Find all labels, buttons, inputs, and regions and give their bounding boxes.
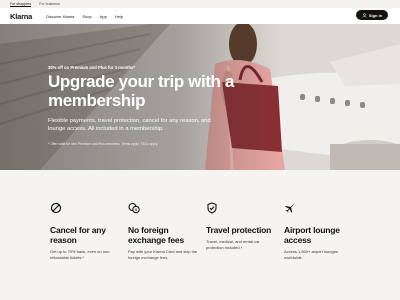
site-header: Klarna Discover Klarna Shop App Help Sig… xyxy=(0,8,400,24)
feature-travel-protection: Travel protection Travel, medical, and r… xyxy=(206,202,278,250)
feature-cancel: Cancel for any reason Get up to 70% back… xyxy=(50,202,122,260)
feature-lounge-access: Airport lounge access Access 1,800+ airp… xyxy=(284,202,356,260)
membership-features: Cancel for any reason Get up to 70% back… xyxy=(0,170,400,300)
currency-icon: $ xyxy=(128,202,140,214)
sign-in-label: Sign in xyxy=(368,12,383,18)
user-icon xyxy=(362,12,367,18)
audience-business-link[interactable]: For business xyxy=(39,2,60,6)
klarna-logo[interactable]: Klarna xyxy=(10,12,32,21)
hero-banner: 30% off on Premium and Plus for 3 months… xyxy=(0,24,400,170)
nav-discover-klarna[interactable]: Discover Klarna xyxy=(46,14,74,19)
audience-shoppers-link[interactable]: For shoppers xyxy=(10,2,32,7)
sign-in-button[interactable]: Sign in xyxy=(356,10,388,20)
nav-help[interactable]: Help xyxy=(115,14,123,19)
feature-title: Travel protection xyxy=(206,225,272,235)
feature-description: Travel, medical, and rental car protecti… xyxy=(206,239,260,250)
feature-no-fx-fees: $ No foreign exchange fees Pay with your… xyxy=(128,202,200,260)
shield-icon xyxy=(207,202,217,214)
main-nav: Discover Klarna Shop App Help xyxy=(46,14,123,19)
audience-bar: For shoppers For business xyxy=(0,0,400,8)
nav-app[interactable]: App xyxy=(100,14,107,19)
hero-footnote: * Offer valid for new Premium and Plus m… xyxy=(48,142,159,146)
cancel-icon xyxy=(50,202,62,214)
hero-title: Upgrade your trip with a membership xyxy=(48,72,234,110)
feature-title: No foreign exchange fees xyxy=(128,225,184,245)
feature-title: Airport lounge access xyxy=(284,225,340,245)
feature-description: Get up to 70% back, even on non-refundab… xyxy=(50,249,111,260)
hero-eyebrow: 30% off on Premium and Plus for 3 months… xyxy=(48,65,136,70)
feature-title: Cancel for any reason xyxy=(50,225,106,245)
hero-description: Flexible payments, travel protection, ca… xyxy=(48,118,211,132)
nav-shop[interactable]: Shop xyxy=(82,14,91,19)
feature-description: Access 1,800+ airport lounges worldwide. xyxy=(284,249,338,260)
airplane-icon xyxy=(285,203,295,213)
feature-description: Pay with your Klarna Card and skip the f… xyxy=(128,249,198,260)
